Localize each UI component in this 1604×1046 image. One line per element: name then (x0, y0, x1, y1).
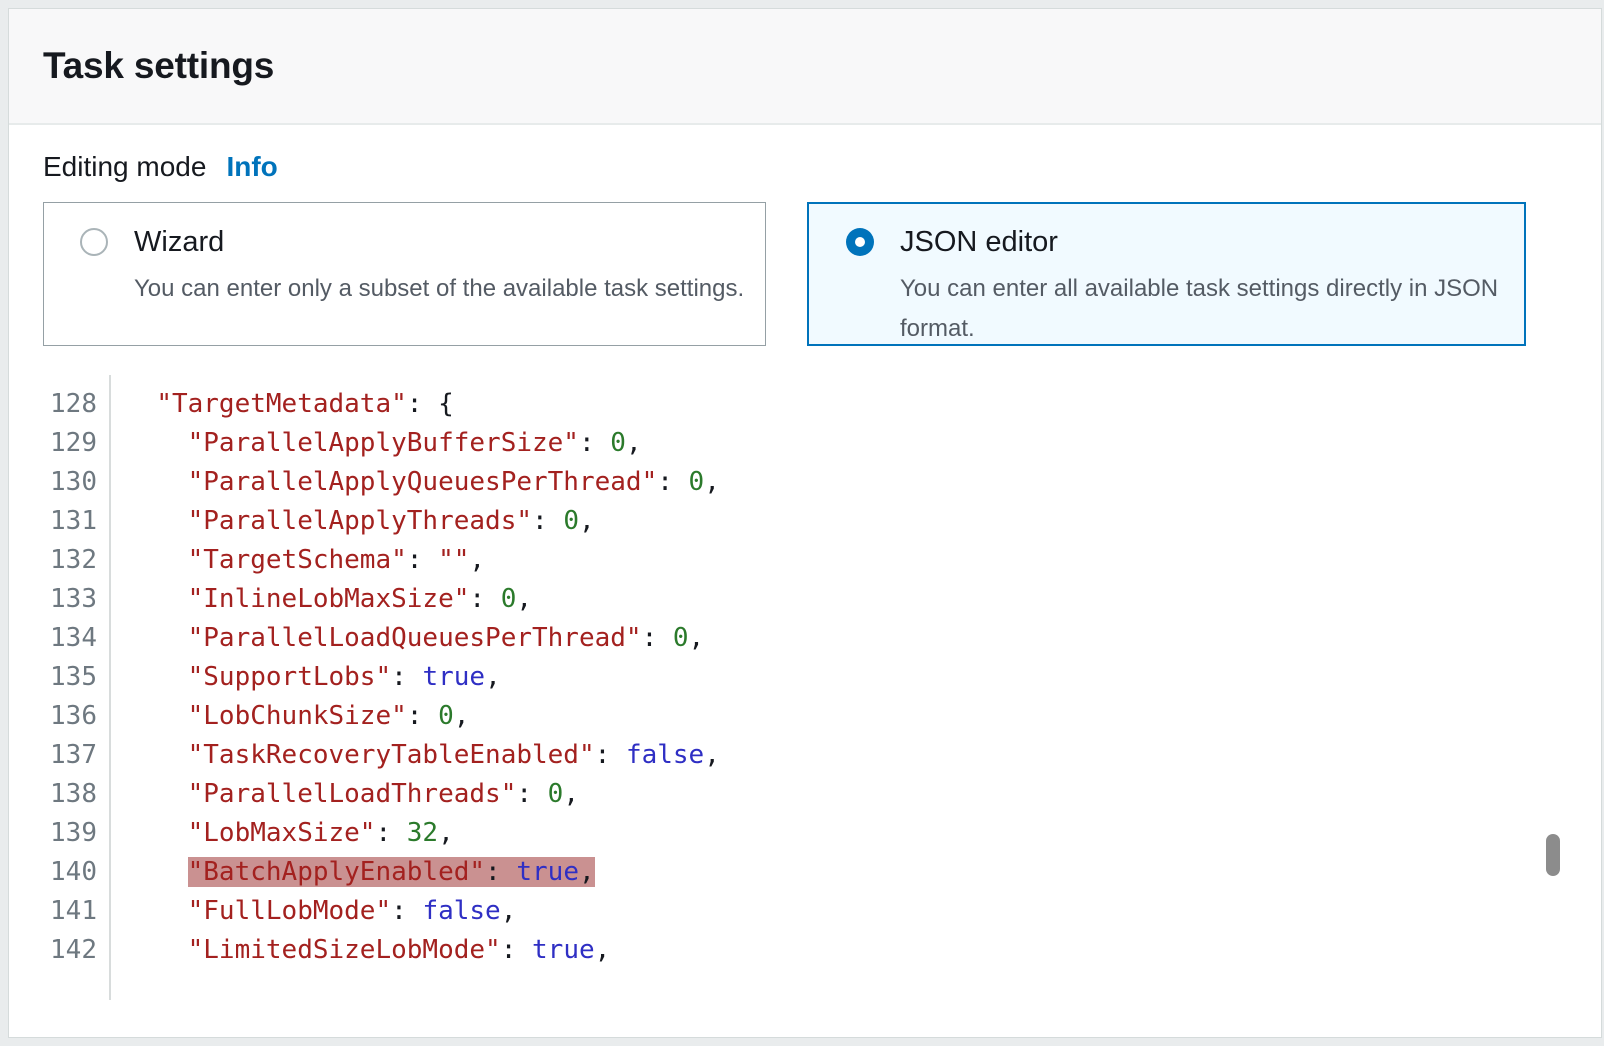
line-number: 137 (9, 736, 97, 775)
line-number: 134 (9, 619, 97, 658)
page: { "header": { "title": "Task settings" }… (0, 0, 1604, 1046)
code-line: "TargetSchema": "", (125, 541, 720, 580)
line-number: 131 (9, 502, 97, 541)
code-line: "LobMaxSize": 32, (125, 814, 720, 853)
line-number: 132 (9, 541, 97, 580)
panel-header: Task settings (9, 9, 1601, 125)
code-line: "ParallelLoadThreads": 0, (125, 775, 720, 814)
code-line: "ParallelLoadQueuesPerThread": 0, (125, 619, 720, 658)
option-description: You can enter only a subset of the avail… (134, 269, 744, 309)
line-number: 130 (9, 463, 97, 502)
line-number: 140 (9, 853, 97, 892)
code-line: "TaskRecoveryTableEnabled": false, (125, 736, 720, 775)
line-number: 135 (9, 658, 97, 697)
code-line: "InlineLobMaxSize": 0, (125, 580, 720, 619)
line-number: 142 (9, 931, 97, 970)
code-line: "SupportLobs": true, (125, 658, 720, 697)
line-number: 128 (9, 385, 97, 424)
option-label: Wizard (134, 223, 744, 261)
line-number: 139 (9, 814, 97, 853)
highlighted-code: "BatchApplyEnabled": true, (188, 857, 595, 887)
option-label: JSON editor (900, 223, 1498, 261)
editing-mode-row: Editing mode Info (43, 151, 278, 183)
radio-wizard-icon[interactable] (80, 228, 108, 256)
info-link[interactable]: Info (226, 151, 277, 182)
code-line: "FullLobMode": false, (125, 892, 720, 931)
page-title: Task settings (43, 45, 274, 87)
code-line: "ParallelApplyBufferSize": 0, (125, 424, 720, 463)
scrollbar-thumb[interactable] (1546, 834, 1560, 876)
code-line: "ParallelApplyQueuesPerThread": 0, (125, 463, 720, 502)
line-number: 133 (9, 580, 97, 619)
task-settings-panel: Task settings Editing mode Info Wizard Yo… (8, 8, 1602, 1038)
editing-mode-options: Wizard You can enter only a subset of th… (43, 202, 1526, 346)
option-tile-wizard[interactable]: Wizard You can enter only a subset of th… (43, 202, 766, 346)
radio-json-editor-icon[interactable] (846, 228, 874, 256)
editor-code[interactable]: "TargetMetadata": { "ParallelApplyBuffer… (111, 375, 720, 1000)
code-line: "LobChunkSize": 0, (125, 697, 720, 736)
editing-mode-label: Editing mode (43, 151, 206, 182)
option-tile-json-editor[interactable]: JSON editor You can enter all available … (807, 202, 1526, 346)
editor-gutter: 1281291301311321331341351361371381391401… (9, 375, 111, 1000)
line-number: 136 (9, 697, 97, 736)
json-code-editor[interactable]: 1281291301311321331341351361371381391401… (9, 375, 1601, 1000)
code-line: "BatchApplyEnabled": true, (125, 853, 720, 892)
option-description: You can enter all available task setting… (900, 269, 1498, 349)
line-number: 129 (9, 424, 97, 463)
line-number: 138 (9, 775, 97, 814)
code-line: "TargetMetadata": { (125, 385, 720, 424)
code-line: "ParallelApplyThreads": 0, (125, 502, 720, 541)
panel-body: Editing mode Info Wizard You can enter on… (9, 125, 1601, 1035)
code-line: "LimitedSizeLobMode": true, (125, 931, 720, 970)
line-number: 141 (9, 892, 97, 931)
